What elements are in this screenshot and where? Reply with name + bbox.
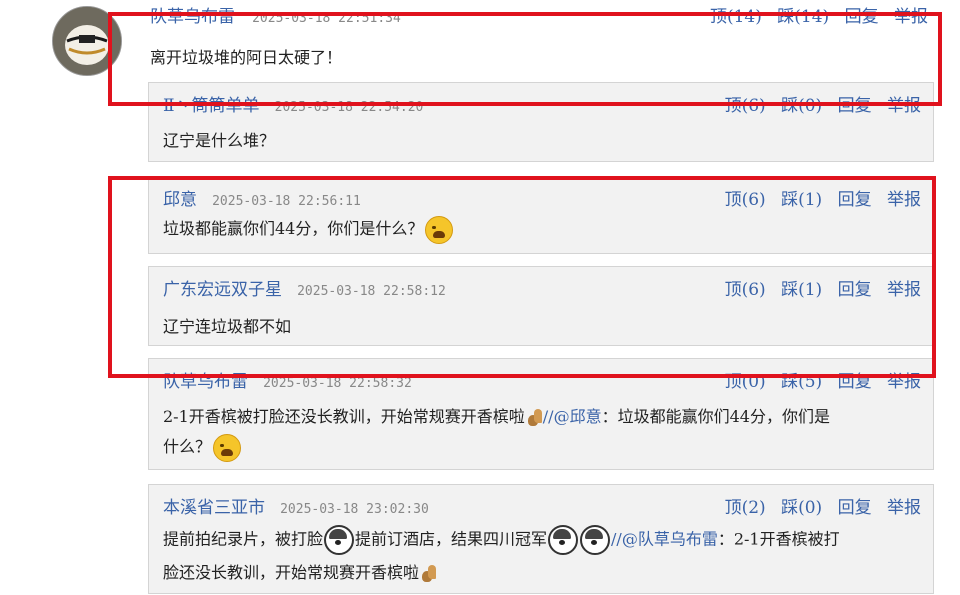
- upvote-button[interactable]: 顶(2): [725, 498, 766, 518]
- dog-emoji-icon: [548, 525, 579, 555]
- quoted-text-continued: 什么？: [163, 437, 212, 456]
- reply-text-line2: 脸还没长教训，开始常规赛开香槟啦: [163, 559, 437, 583]
- report-button[interactable]: 举报: [894, 7, 928, 27]
- reply-header: Ⅱ丶筒筒单单 2025-03-18 22:54:20 顶(6) 踩(0) 回复 …: [163, 91, 921, 116]
- squirrel-emoji-icon: [420, 564, 437, 583]
- comment-header: 队草乌布雷 2025-03-18 22:51:34 顶(14) 踩(14) 回复…: [150, 2, 928, 27]
- timestamp: 2025-03-18 22:58:12: [297, 284, 446, 299]
- reply-text-content: 2-1开香槟被打脸还没长教训，开始常规赛开香槟啦: [163, 407, 525, 426]
- reply-text: 垃圾都能赢你们44分，你们是什么？: [163, 215, 455, 244]
- username-link[interactable]: 邱意: [163, 190, 197, 210]
- downvote-button[interactable]: 踩(1): [781, 280, 822, 300]
- main-comment: 队草乌布雷 2025-03-18 22:51:34 顶(14) 踩(14) 回复…: [150, 7, 940, 88]
- reply-item: 邱意 2025-03-18 22:56:11 顶(6) 踩(1) 回复 举报 垃…: [148, 176, 934, 254]
- reply-text-content: 垃圾都能赢你们44分，你们是什么？: [163, 219, 424, 238]
- upvote-button[interactable]: 顶(6): [725, 280, 766, 300]
- reply-header: 本溪省三亚市 2025-03-18 23:02:30 顶(2) 踩(0) 回复 …: [163, 493, 921, 518]
- reply-header: 广东宏远双子星 2025-03-18 22:58:12 顶(6) 踩(1) 回复…: [163, 275, 921, 300]
- reply-text: 辽宁是什么堆？: [163, 131, 276, 150]
- username-link[interactable]: Ⅱ丶筒筒单单: [163, 96, 260, 116]
- timestamp: 2025-03-18 22:51:34: [252, 11, 401, 26]
- upvote-button[interactable]: 顶(14): [710, 7, 762, 27]
- comment-actions: 顶(14) 踩(14) 回复 举报: [700, 2, 928, 27]
- reply-actions: 顶(2) 踩(0) 回复 举报: [715, 493, 921, 518]
- timestamp: 2025-03-18 22:56:11: [212, 194, 361, 209]
- reply-item: 本溪省三亚市 2025-03-18 23:02:30 顶(2) 踩(0) 回复 …: [148, 484, 934, 594]
- report-button[interactable]: 举报: [887, 280, 921, 300]
- username-link[interactable]: 队草乌布雷: [150, 7, 235, 27]
- reply-button[interactable]: 回复: [838, 190, 872, 210]
- report-button[interactable]: 举报: [887, 372, 921, 392]
- mention-link[interactable]: //@队草乌布雷: [611, 530, 718, 549]
- reply-actions: 顶(6) 踩(0) 回复 举报: [715, 91, 921, 116]
- basketball-avatar-icon: [53, 7, 121, 75]
- reply-button[interactable]: 回复: [838, 372, 872, 392]
- user-avatar[interactable]: [52, 6, 122, 76]
- reply-button[interactable]: 回复: [838, 96, 872, 116]
- reply-button[interactable]: 回复: [838, 280, 872, 300]
- reply-text: 辽宁连垃圾都不如: [163, 317, 292, 336]
- timestamp: 2025-03-18 22:58:32: [263, 376, 412, 391]
- username-link[interactable]: 广东宏远双子星: [163, 280, 282, 300]
- reply-actions: 顶(6) 踩(1) 回复 举报: [715, 275, 921, 300]
- quoted-text: ：垃圾都能赢你们44分，你们是: [601, 407, 830, 426]
- quoted-text-continued: 脸还没长教训，开始常规赛开香槟啦: [163, 563, 420, 582]
- downvote-button[interactable]: 踩(1): [781, 190, 822, 210]
- dog-emoji-icon: [580, 525, 611, 555]
- reply-text-line1: 提前拍纪录片，被打脸 提前订酒店，结果四川冠军 //@队草乌布雷：2-1开香槟被打: [163, 525, 840, 555]
- username-link[interactable]: 本溪省三亚市: [163, 498, 265, 518]
- comment-text: 离开垃圾堆的阿日太硬了！: [150, 48, 343, 67]
- upvote-button[interactable]: 顶(6): [725, 96, 766, 116]
- reply-text-content: 提前订酒店，结果四川冠军: [355, 529, 548, 549]
- reply-item: Ⅱ丶筒筒单单 2025-03-18 22:54:20 顶(6) 踩(0) 回复 …: [148, 82, 934, 162]
- report-button[interactable]: 举报: [887, 190, 921, 210]
- reply-text-content: 提前拍纪录片，被打脸: [163, 529, 324, 549]
- squirrel-emoji-icon: [526, 408, 542, 427]
- downvote-button[interactable]: 踩(5): [781, 372, 822, 392]
- report-button[interactable]: 举报: [887, 96, 921, 116]
- downvote-button[interactable]: 踩(14): [777, 7, 829, 27]
- reply-text-line1: 2-1开香槟被打脸还没长教训，开始常规赛开香槟啦 //@邱意：垃圾都能赢你们44分…: [163, 403, 830, 427]
- reply-header: 邱意 2025-03-18 22:56:11 顶(6) 踩(1) 回复 举报: [163, 185, 921, 210]
- reply-actions: 顶(0) 踩(5) 回复 举报: [715, 367, 921, 392]
- downvote-button[interactable]: 踩(0): [781, 96, 822, 116]
- dog-emoji-icon: [324, 525, 355, 555]
- timestamp: 2025-03-18 23:02:30: [280, 502, 429, 517]
- quoted-text: ：2-1开香槟被打: [717, 529, 840, 549]
- reply-actions: 顶(6) 踩(1) 回复 举报: [715, 185, 921, 210]
- sad-face-emoji-icon: [213, 433, 242, 462]
- report-button[interactable]: 举报: [887, 498, 921, 518]
- timestamp: 2025-03-18 22:54:20: [274, 100, 424, 115]
- reply-header: 队草乌布雷 2025-03-18 22:58:32 顶(0) 踩(5) 回复 举…: [163, 367, 921, 392]
- upvote-button[interactable]: 顶(0): [725, 372, 766, 392]
- mention-link[interactable]: //@邱意: [543, 407, 602, 426]
- sad-face-emoji-icon: [425, 215, 454, 244]
- reply-button[interactable]: 回复: [845, 7, 879, 27]
- reply-item: 广东宏远双子星 2025-03-18 22:58:12 顶(6) 踩(1) 回复…: [148, 266, 934, 346]
- reply-text-line2: 什么？: [163, 433, 243, 462]
- reply-item: 队草乌布雷 2025-03-18 22:58:32 顶(0) 踩(5) 回复 举…: [148, 358, 934, 470]
- downvote-button[interactable]: 踩(0): [781, 498, 822, 518]
- upvote-button[interactable]: 顶(6): [725, 190, 766, 210]
- username-link[interactable]: 队草乌布雷: [163, 372, 248, 392]
- reply-button[interactable]: 回复: [838, 498, 872, 518]
